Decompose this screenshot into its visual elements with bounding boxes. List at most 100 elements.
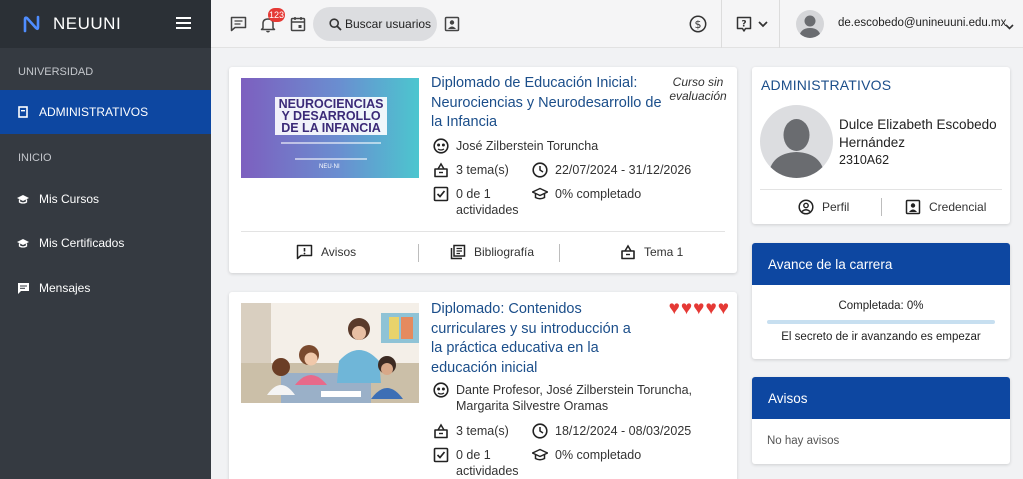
svg-text:$: $ (695, 18, 702, 31)
search-users-button[interactable]: Buscar usuarios (313, 7, 437, 41)
course-instructors: José Zilberstein Toruncha (433, 138, 598, 154)
announcement-icon (296, 244, 313, 260)
user-email[interactable]: de.escobedo@unineuuni.edu.mx (838, 17, 1006, 29)
sidebar-item-administrativos[interactable]: ADMINISTRATIVOS (0, 90, 211, 134)
user-menu-chevron-down-icon[interactable] (1005, 17, 1014, 35)
topics-text: 3 tema(s) (456, 163, 509, 177)
progress-text: 0% completado (555, 187, 642, 201)
course-topics: 3 tema(s) (433, 162, 509, 178)
user-avatar[interactable] (796, 10, 824, 38)
notices-empty: No hay avisos (767, 435, 840, 447)
account-circle-icon (798, 199, 814, 215)
perfil-label: Perfil (822, 200, 850, 214)
notices-card: Avisos No hay avisos (752, 377, 1010, 464)
course-rating: ♥ ♥ ♥ ♥ ♥ (668, 299, 729, 318)
id-card-icon (905, 199, 921, 215)
course-thumbnail[interactable] (241, 303, 419, 403)
footer-divider (881, 198, 882, 216)
profile-id: 2310A62 (839, 153, 890, 167)
credencial-button[interactable]: Credencial (905, 199, 986, 215)
sidebar-item-label: Mis Cursos (39, 192, 100, 206)
course-note: Curso sin evaluación (669, 75, 727, 103)
messages-icon[interactable] (228, 14, 248, 34)
activities-text: 0 de 1 actividades (456, 187, 519, 217)
course-activities: 0 de 1 actividades (433, 447, 533, 479)
tema-label: Tema 1 (644, 245, 684, 259)
sidebar-item-mensajes[interactable]: Mensajes (0, 266, 211, 310)
sidebar: NEUUNI UNIVERSIDAD ADMINISTRATIVOS INICI… (0, 0, 211, 479)
section-inicio: INICIO (18, 152, 52, 164)
perfil-button[interactable]: Perfil (798, 199, 849, 215)
profile-name: Dulce Elizabeth Escobedo Hernández (839, 117, 997, 150)
graduation-cap-icon (532, 447, 548, 463)
course-card: NEUROCIENCIAS Y DESARROLLO DE LA INFANCI… (229, 67, 737, 273)
sidebar-item-label: Mensajes (39, 281, 91, 295)
footer-divider (418, 244, 419, 262)
sidebar-item-mis-cursos[interactable]: Mis Cursos (0, 177, 211, 221)
career-progress-bar (767, 320, 995, 324)
bibliografia-button[interactable]: Bibliografía (450, 244, 534, 260)
chat-icon (17, 282, 29, 294)
dates-text: 18/12/2024 - 08/03/2025 (555, 424, 692, 438)
sidebar-item-mis-certificados[interactable]: Mis Certificados (0, 221, 211, 265)
teacher-icon (433, 138, 449, 154)
payments-dollar-icon[interactable]: $ (688, 14, 708, 34)
search-users-label: Buscar usuarios (345, 17, 432, 31)
progress-text: 0% completado (555, 448, 642, 462)
heart-icon: ♥ (705, 298, 717, 319)
thumbnail-title: NEUROCIENCIAS Y DESARROLLO DE LA INFANCI… (275, 97, 387, 135)
menu-toggle-icon[interactable] (176, 17, 191, 30)
bibliografia-label: Bibliografía (474, 245, 535, 259)
course-title[interactable]: Diplomado de Educación Inicial: Neurocie… (431, 74, 663, 133)
box-open-icon (433, 162, 449, 178)
graduation-cap-icon (532, 186, 548, 202)
search-icon (329, 17, 342, 31)
course-title[interactable]: Diplomado: Contenidos curriculares y su … (431, 300, 637, 378)
help-icon[interactable]: ? (734, 14, 754, 34)
logo-icon (23, 15, 40, 33)
clock-icon (532, 423, 548, 439)
profile-card: ADMINISTRATIVOS Dulce Elizabeth Escobedo… (752, 67, 1010, 224)
course-progress: 0% completado (532, 186, 641, 202)
avisos-button[interactable]: Avisos (296, 244, 356, 260)
heart-icon: ♥ (680, 298, 693, 319)
profile-heading: ADMINISTRATIVOS (761, 77, 892, 93)
id-card-icon[interactable] (442, 14, 462, 34)
footer-divider (559, 244, 560, 262)
course-instructors: Dante Profesor, José Zilberstein Torunch… (433, 382, 703, 414)
instructors-text: Dante Profesor, José Zilberstein Torunch… (456, 383, 693, 413)
topics-text: 3 tema(s) (456, 424, 509, 438)
help-chevron-down-icon[interactable] (753, 14, 773, 34)
thumbnail-caption (295, 158, 367, 160)
box-open-icon (620, 244, 636, 260)
thumbnail-caption (281, 142, 381, 144)
credencial-label: Credencial (929, 200, 987, 214)
instructors-text: José Zilberstein Toruncha (456, 139, 599, 153)
sidebar-item-label: Mis Certificados (39, 236, 125, 250)
checkbox-icon (433, 447, 449, 463)
clock-icon (532, 162, 548, 178)
career-motto: El secreto de ir avanzando es empezar (781, 331, 981, 343)
sidebar-item-label: ADMINISTRATIVOS (39, 105, 149, 119)
course-dates: 18/12/2024 - 08/03/2025 (532, 423, 691, 439)
course-card: Diplomado: Contenidos curriculares y su … (229, 292, 737, 479)
course-thumbnail[interactable]: NEUROCIENCIAS Y DESARROLLO DE LA INFANCI… (241, 78, 419, 178)
profile-avatar[interactable] (760, 105, 833, 178)
career-progress-card: Avance de la carrera Completada: 0% El s… (752, 243, 1010, 359)
course-card-footer: Avisos Bibliografía Tema 1 (241, 231, 725, 273)
tema-button[interactable]: Tema 1 (620, 244, 683, 260)
topbar-divider (779, 0, 780, 48)
brand-name: NEUUNI (53, 14, 122, 33)
heart-icon: ♥ (717, 298, 729, 319)
calendar-icon[interactable] (288, 14, 308, 34)
box-open-icon (433, 423, 449, 439)
svg-text:?: ? (741, 19, 746, 29)
career-completed: Completada: 0% (838, 300, 924, 312)
avisos-label: Avisos (321, 245, 357, 259)
teacher-icon (433, 382, 449, 398)
topbar-divider (721, 0, 722, 48)
section-universidad: UNIVERSIDAD (18, 66, 94, 78)
library-books-icon (450, 244, 466, 260)
classroom-photo (241, 303, 419, 403)
document-icon (17, 106, 29, 118)
